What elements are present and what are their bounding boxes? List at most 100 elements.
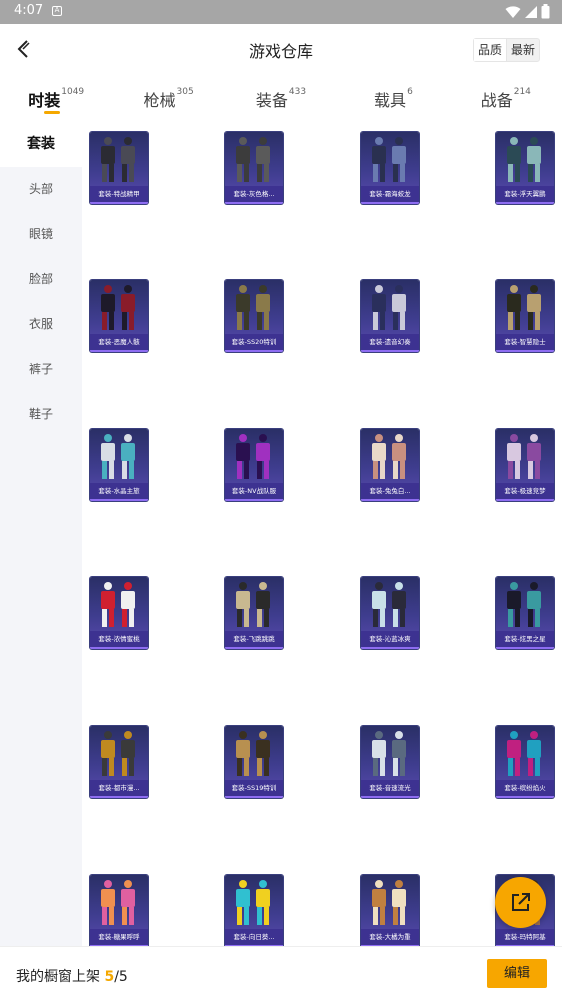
tab-label: 时装: [28, 91, 61, 110]
outfit-item-card[interactable]: 套装-大橘为重: [361, 875, 419, 946]
outfit-thumbnail: [101, 880, 135, 925]
outfit-item-name: 套装-糖果呼呼: [90, 929, 148, 945]
rarity-bar: [496, 499, 554, 501]
item-grid: 套装-特战精甲 套装-灰色格... 套装-霜海蛟龙 套装-浮天翼鹏 套装-恶魔人骸 套装-…: [82, 122, 562, 946]
edit-button[interactable]: 编辑: [487, 959, 547, 988]
outfit-item-card[interactable]: 套装-特战精甲: [90, 132, 148, 204]
system-icons: [505, 4, 550, 19]
outfit-thumbnail: [236, 731, 270, 776]
signal-icon: [525, 5, 537, 18]
outfit-item-card[interactable]: 套装-SS20特训: [225, 280, 283, 352]
outfit-item-card[interactable]: 套装-浓情蜜桃: [90, 577, 148, 649]
outfit-item-name: 套装-兔兔白...: [361, 483, 419, 499]
outfit-item-card[interactable]: 套装-都市漫...: [90, 726, 148, 798]
tab-count: 1049: [61, 87, 85, 97]
rarity-bar: [90, 499, 148, 501]
outfit-thumbnail: [101, 285, 135, 330]
outfit-item-card[interactable]: 套装-炫黑之星: [496, 577, 554, 649]
tab-label: 装备: [255, 91, 288, 110]
outfit-thumbnail: [101, 137, 135, 182]
outfit-thumbnail: [507, 582, 541, 627]
outfit-item-name: 套装-浮天翼鹏: [496, 186, 554, 202]
outfit-item-card[interactable]: 套装-NV战队服: [225, 429, 283, 501]
rarity-bar: [90, 647, 148, 649]
outfit-thumbnail: [236, 137, 270, 182]
wifi-icon: [505, 5, 521, 18]
outfit-item-card[interactable]: 套装-音速流光: [361, 726, 419, 798]
notification-icon: A: [52, 6, 62, 16]
external-link-icon: [512, 893, 530, 911]
battery-icon: [541, 4, 550, 19]
outfit-item-card[interactable]: 套装-浮天翼鹏: [496, 132, 554, 204]
category-tabs: 时装1049 枪械305 装备433 载具6 战备214: [0, 78, 562, 120]
outfit-item-name: 套装-极速竞梦: [496, 483, 554, 499]
outfit-thumbnail: [507, 731, 541, 776]
outfit-item-card[interactable]: 套装-SS19特训: [225, 726, 283, 798]
active-tab-indicator: [44, 111, 61, 114]
rarity-bar: [90, 796, 148, 798]
rarity-bar: [225, 796, 283, 798]
outfit-item-card[interactable]: 套装-沁蓝冰爽: [361, 577, 419, 649]
outfit-item-card[interactable]: 套装-水晶主旅: [90, 429, 148, 501]
outfit-item-card[interactable]: 套装-恶魔人骸: [90, 280, 148, 352]
sidebar-item-glasses[interactable]: 眼镜: [0, 212, 82, 257]
rarity-bar: [225, 350, 283, 352]
rarity-bar: [225, 202, 283, 204]
sidebar-item-head[interactable]: 头部: [0, 167, 82, 212]
tab-guns[interactable]: 枪械305: [112, 78, 224, 120]
outfit-item-name: 套装-智慧隐士: [496, 334, 554, 350]
outfit-item-name: 套装-霜海蛟龙: [361, 186, 419, 202]
outfit-item-name: 套装-浓情蜜桃: [90, 631, 148, 647]
outfit-item-name: 套装-沁蓝冰爽: [361, 631, 419, 647]
tab-label: 枪械: [143, 91, 176, 110]
rarity-bar: [496, 647, 554, 649]
tab-vehicles[interactable]: 载具6: [337, 78, 449, 120]
outfit-item-card[interactable]: 套装-缤纷焰火: [496, 726, 554, 798]
sidebar-item-shoes[interactable]: 鞋子: [0, 392, 82, 437]
outfit-item-card[interactable]: 套装-霜海蛟龙: [361, 132, 419, 204]
status-bar: 4:07 A: [0, 0, 562, 24]
outfit-thumbnail: [236, 880, 270, 925]
sidebar-item-pants[interactable]: 裤子: [0, 347, 82, 392]
outfit-item-name: 套装-炫黑之星: [496, 631, 554, 647]
outfit-item-card[interactable]: 套装-灰色格...: [225, 132, 283, 204]
tab-outfits[interactable]: 时装1049: [0, 78, 112, 120]
rarity-bar: [496, 350, 554, 352]
outfit-item-name: 套装-都市漫...: [90, 780, 148, 796]
outfit-thumbnail: [372, 137, 406, 182]
outfit-item-name: 套装-遗音幻奏: [361, 334, 419, 350]
outfit-item-card[interactable]: 套装-智慧隐士: [496, 280, 554, 352]
outfit-item-name: 套装-缤纷焰火: [496, 780, 554, 796]
outfit-item-card[interactable]: 套装-遗音幻奏: [361, 280, 419, 352]
tab-count: 6: [407, 87, 413, 97]
subcategory-sidebar: 套装 头部 眼镜 脸部 衣服 裤子 鞋子: [0, 122, 82, 946]
showcase-bar: 我的橱窗上架 5/5 编辑: [0, 946, 562, 999]
outfit-item-name: 套装-灰色格...: [225, 186, 283, 202]
outfit-item-card[interactable]: 套装-极速竞梦: [496, 429, 554, 501]
tab-label: 载具: [374, 91, 407, 110]
outfit-item-card[interactable]: 套装-兔兔白...: [361, 429, 419, 501]
sort-by-quality[interactable]: 品质: [474, 39, 508, 61]
share-button[interactable]: [495, 877, 546, 928]
outfit-item-card[interactable]: 套装-向日葵...: [225, 875, 283, 946]
sidebar-item-sets[interactable]: 套装: [0, 122, 82, 167]
outfit-item-name: 套装-SS19特训: [225, 780, 283, 796]
outfit-item-name: 套装-NV战队服: [225, 483, 283, 499]
outfit-thumbnail: [236, 582, 270, 627]
tab-equipment[interactable]: 装备433: [225, 78, 337, 120]
outfit-item-name: 套装-大橘为重: [361, 929, 419, 945]
outfit-item-name: 套装-特战精甲: [90, 186, 148, 202]
rarity-bar: [361, 796, 419, 798]
outfit-item-card[interactable]: 套装-糖果呼呼: [90, 875, 148, 946]
outfit-item-card[interactable]: 套装-飞跳跳跳: [225, 577, 283, 649]
sidebar-item-face[interactable]: 脸部: [0, 257, 82, 302]
sidebar-item-clothes[interactable]: 衣服: [0, 302, 82, 347]
sort-by-newest[interactable]: 最新: [507, 39, 539, 61]
tab-supplies[interactable]: 战备214: [450, 78, 562, 120]
rarity-bar: [90, 350, 148, 352]
tab-label: 战备: [480, 91, 513, 110]
showcase-current: 5: [104, 969, 115, 985]
outfit-thumbnail: [372, 582, 406, 627]
outfit-thumbnail: [372, 285, 406, 330]
outfit-thumbnail: [101, 582, 135, 627]
